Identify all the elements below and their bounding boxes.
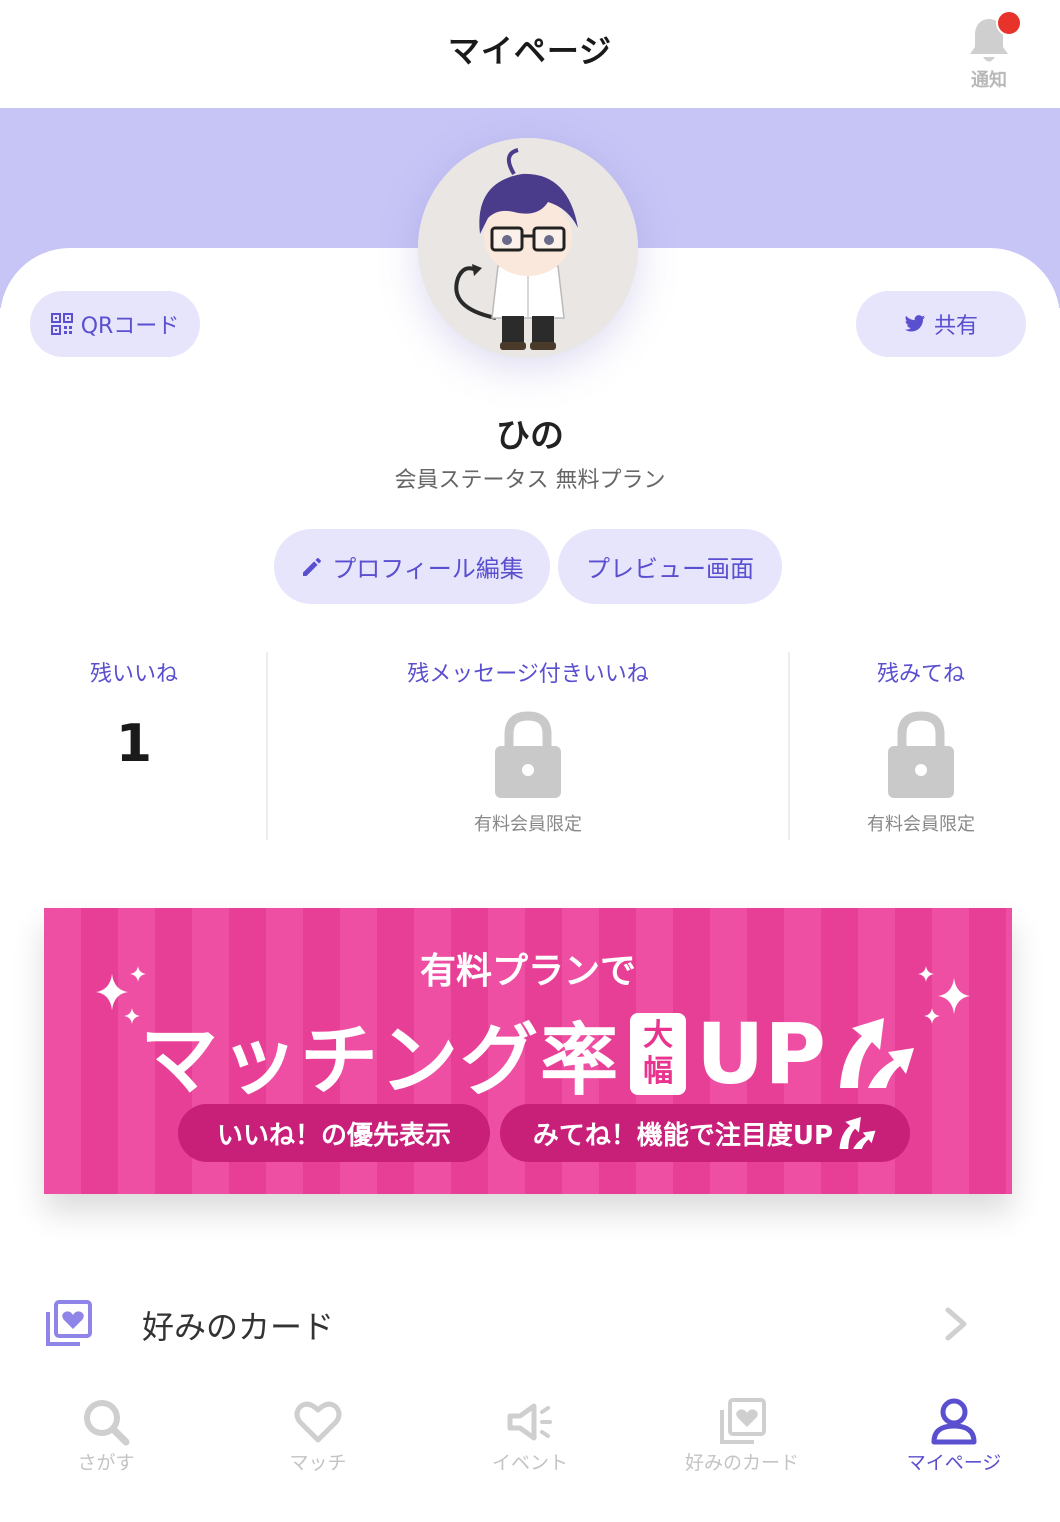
stat-likes: 残いいね 1 [30, 652, 238, 840]
promo-badge-bottom: 幅 [643, 1054, 674, 1089]
nav-item-label: マッチ [289, 1452, 347, 1474]
promo-chip-mitene-label: みてね！機能で注目度UP [532, 1120, 834, 1151]
megaphone-icon [507, 1403, 552, 1441]
promo-main-text: マッチング率 [140, 1016, 621, 1106]
stat-message-likes-sub: 有料会員限定 [474, 814, 582, 835]
search-icon [84, 1400, 130, 1446]
preview-label: プレビュー画面 [586, 555, 754, 583]
promo-headline: マッチング率 大 幅 UP [44, 998, 1012, 1110]
promo-chip-like-priority: いいね！の優先表示 [178, 1104, 490, 1162]
lock-icon [495, 711, 561, 798]
qr-code-button[interactable]: QRコード [30, 291, 200, 357]
notification-button[interactable]: 通知 [960, 10, 1022, 91]
list-item-favorite-cards[interactable]: 好みのカード [0, 1280, 1060, 1368]
share-label: 共有 [933, 314, 978, 339]
preview-button[interactable]: プレビュー画面 [558, 529, 782, 604]
promo-badge: 大 幅 [630, 1013, 687, 1095]
nav-item-label: イベント [491, 1452, 568, 1474]
list-item-label: 好みのカード [142, 1308, 335, 1346]
cards-icon [46, 1300, 92, 1346]
paid-plan-banner[interactable]: 有料プランで マッチング率 大 幅 UP いいね！の優先表示 みてね！機能で注目… [44, 908, 1012, 1194]
nav-item-favorite-cards[interactable]: 好みのカード [636, 1380, 848, 1522]
user-icon [931, 1398, 977, 1445]
share-button[interactable]: 共有 [856, 291, 1026, 357]
promo-up-text: UP [696, 1005, 826, 1103]
stat-mitene: 残みてね 有料会員限定 [790, 652, 1052, 840]
edit-profile-label: プロフィール編集 [332, 555, 524, 583]
pencil-icon [303, 557, 322, 576]
nav-item-label: マイページ [906, 1452, 1002, 1474]
up-arrow-icon [839, 1116, 876, 1150]
stat-likes-value: 1 [115, 714, 153, 774]
bottom-nav: さがす マッチ イベント 好みのカード マイページ [0, 1380, 1060, 1522]
promo-chip-like-priority-label: いいね！の優先表示 [216, 1120, 451, 1151]
twitter-icon [904, 315, 926, 332]
nav-item-event[interactable]: イベント [424, 1380, 636, 1522]
avatar-illustration [418, 138, 638, 358]
stat-message-likes-label: 残メッセージ付きいいね [407, 662, 649, 687]
avatar[interactable] [418, 138, 638, 358]
nav-item-label: 好みのカード [684, 1452, 799, 1474]
stat-mitene-sub: 有料会員限定 [867, 814, 975, 835]
notification-badge [996, 10, 1022, 36]
notification-label: 通知 [971, 70, 1007, 91]
stat-likes-label: 残いいね [89, 662, 178, 687]
qr-code-label: QRコード [80, 314, 180, 339]
promo-chip-mitene: みてね！機能で注目度UP [500, 1104, 910, 1162]
promo-badge-top: 大 [643, 1018, 674, 1053]
promo-subtitle: 有料プランで [419, 951, 636, 992]
up-arrow-icon [839, 1018, 914, 1088]
lock-icon [888, 711, 954, 798]
heart-icon [294, 1401, 342, 1443]
page-title: マイページ [447, 32, 613, 70]
edit-profile-button[interactable]: プロフィール編集 [274, 529, 550, 604]
chevron-right-icon [945, 1307, 967, 1341]
user-name: ひの [496, 416, 564, 456]
nav-item-search[interactable]: さがす [0, 1380, 212, 1522]
cards-icon [720, 1398, 766, 1444]
qr-code-icon [50, 313, 73, 335]
nav-item-match[interactable]: マッチ [212, 1380, 424, 1522]
membership-status: 会員ステータス 無料プラン [394, 468, 666, 493]
header: マイページ 通知 [0, 0, 1060, 108]
stat-message-likes: 残メッセージ付きいいね 有料会員限定 [268, 652, 788, 840]
stat-mitene-label: 残みてね [876, 662, 965, 687]
nav-item-mypage[interactable]: マイページ [848, 1380, 1060, 1522]
nav-item-label: さがす [77, 1452, 135, 1474]
